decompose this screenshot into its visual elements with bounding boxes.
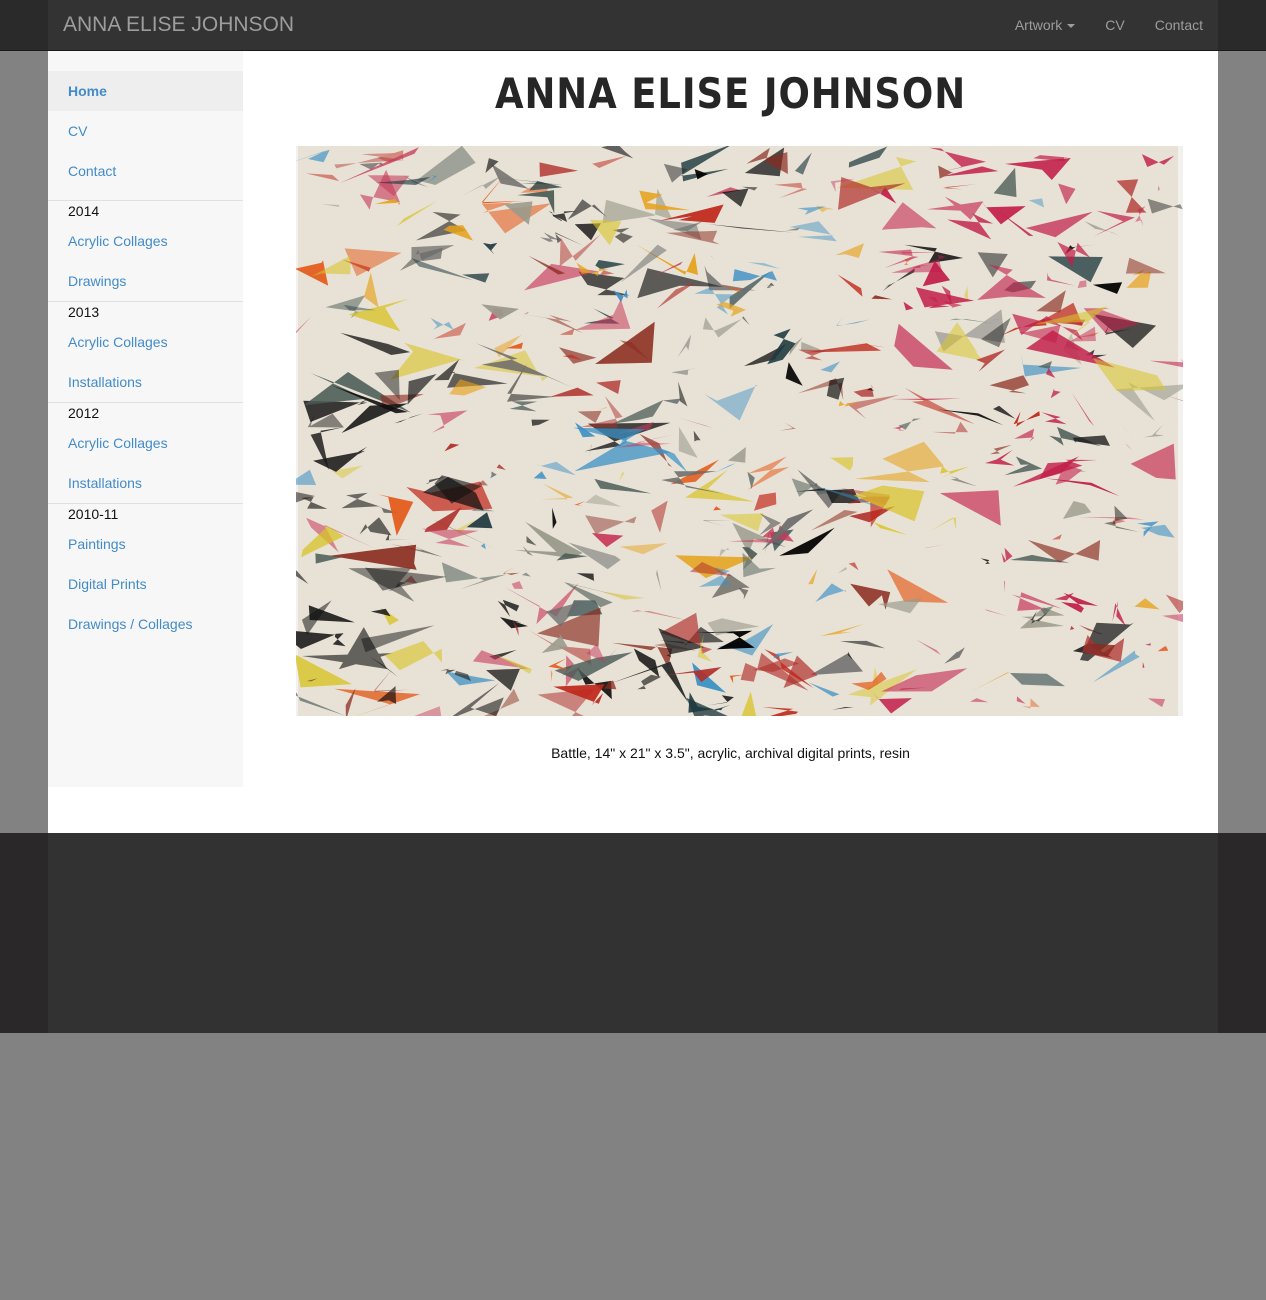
sidebar-group-2012: 2012 Acrylic Collages Installations — [48, 402, 243, 503]
nav-cv-link[interactable]: CV — [1090, 0, 1139, 50]
nav-artwork-label: Artwork — [1014, 17, 1063, 33]
main-container: Home CV Contact 2014 Acrylic Collages Dr… — [48, 51, 1218, 833]
sidebar-group-2014: 2014 Acrylic Collages Drawings — [48, 200, 243, 301]
artwork-image[interactable] — [278, 126, 1183, 721]
navbar: ANNA ELISE JOHNSON Artwork CV Contact — [48, 0, 1218, 50]
footer-band — [0, 833, 1266, 1033]
main-content: ANNA ELISE JOHNSON Battle, 14" x 21" x 3… — [243, 51, 1218, 833]
caret-down-icon — [1067, 24, 1076, 29]
artwork-collage — [278, 126, 1183, 721]
sidebar-item-2012-installations[interactable]: Installations — [48, 463, 243, 503]
sidebar-heading-2010-11: 2010-11 — [68, 506, 119, 522]
sidebar-item-2014-drawings[interactable]: Drawings — [48, 261, 243, 301]
navbar-links: Artwork CV Contact — [1000, 0, 1218, 50]
sidebar-item-contact[interactable]: Contact — [48, 151, 243, 191]
sidebar-item-digital-prints[interactable]: Digital Prints — [48, 564, 243, 604]
sidebar-top-group: Home CV Contact — [48, 51, 243, 200]
footer — [48, 833, 1218, 1033]
sidebar-group-2013: 2013 Acrylic Collages Installations — [48, 301, 243, 402]
sidebar-heading-2014: 2014 — [68, 203, 100, 219]
nav-contact-link[interactable]: Contact — [1140, 0, 1218, 50]
nav-artwork-dropdown[interactable]: Artwork — [1000, 0, 1090, 50]
sidebar-item-cv[interactable]: CV — [48, 111, 243, 151]
sidebar-item-2013-acrylic-collages[interactable]: Acrylic Collages — [48, 322, 243, 362]
artwork-caption: Battle, 14" x 21" x 3.5", acrylic, archi… — [551, 745, 910, 761]
sidebar-heading-2013: 2013 — [68, 304, 100, 320]
navbar-band: ANNA ELISE JOHNSON Artwork CV Contact — [0, 0, 1266, 51]
sidebar-item-drawings-collages[interactable]: Drawings / Collages — [48, 604, 243, 644]
page-title: ANNA ELISE JOHNSON — [494, 69, 967, 118]
sidebar-item-2014-acrylic-collages[interactable]: Acrylic Collages — [48, 221, 243, 261]
sidebar: Home CV Contact 2014 Acrylic Collages Dr… — [48, 51, 243, 787]
site-brand-link[interactable]: ANNA ELISE JOHNSON — [63, 13, 294, 37]
sidebar-item-2012-acrylic-collages[interactable]: Acrylic Collages — [48, 423, 243, 463]
sidebar-item-paintings[interactable]: Paintings — [48, 524, 243, 564]
sidebar-heading-2012: 2012 — [68, 405, 100, 421]
sidebar-group-2010-11: 2010-11 Paintings Digital Prints Drawing… — [48, 503, 243, 644]
sidebar-item-home[interactable]: Home — [48, 71, 243, 111]
sidebar-item-2013-installations[interactable]: Installations — [48, 362, 243, 402]
